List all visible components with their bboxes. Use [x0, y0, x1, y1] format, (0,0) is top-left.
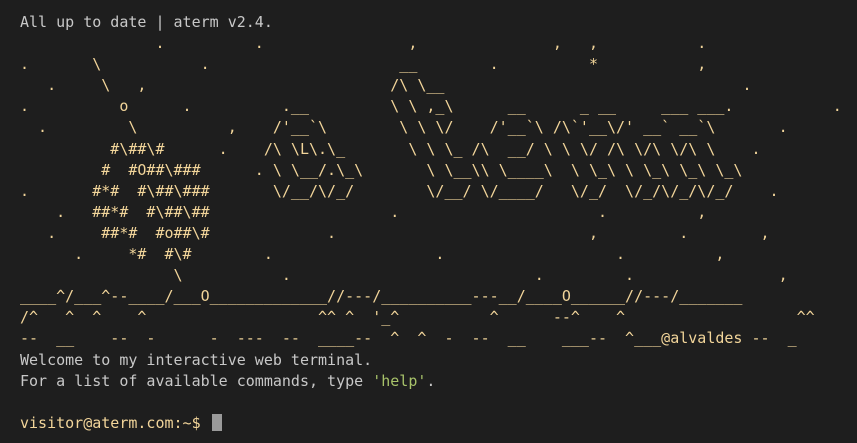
cursor-block [211, 413, 222, 431]
welcome-message: Welcome to my interactive web terminal. [20, 350, 373, 369]
banner-line: . \ . __ . * , [20, 55, 707, 74]
help-hint: For a list of available commands, type '… [20, 371, 857, 392]
ascii-banner: . . , , , . . \ . __ . * , . \ , /\ \__ [20, 33, 857, 349]
banner-line: . \ , /'__`\ \ \ \/ /'__`\ /\`'__\/' __`… [20, 118, 788, 137]
banner-line: #\##\# . /\ \L\.\_ \ \ \_ /\ __/ \ \ \/ … [20, 139, 761, 158]
banner-line: . *# #\# . . . , [20, 245, 725, 264]
banner-line: . \ , /\ \__ . [20, 76, 752, 95]
banner-line: . ##*# #o##\# . , . , [20, 223, 770, 242]
help-hint-suffix: . [426, 371, 436, 390]
banner-line: ____^/___^--____/___O_____________//---/… [20, 287, 743, 306]
banner-line: . #*# #\##\### \/__/\/_/ \/__/ \/____/ \… [20, 181, 779, 200]
terminal-window[interactable]: All up to date | aterm v2.4. . . , , , .… [0, 0, 857, 443]
banner-line: . o . .__ \ \ ,_\ __ _ __ ___ ___. . [20, 97, 842, 116]
status-line: All up to date | aterm v2.4. [20, 13, 273, 31]
banner-line: . ##*# #\##\## . . , [20, 202, 707, 221]
command-input-line[interactable]: visitor@aterm.com:~$ [20, 413, 857, 434]
banner-line: # #O##\### . \ \__/.\_\ \ \__\\ \____\ \… [20, 160, 743, 179]
help-command: 'help' [372, 371, 427, 390]
banner-line: -- __ -- - - --- -- ____-- ^ ^ - -- __ _… [20, 329, 797, 348]
prompt: visitor@aterm.com:~$ [20, 413, 201, 432]
banner-line: /^ ^ ^ ^ ^^ ^ '_^ ^ --^ ^ ^^ [20, 308, 815, 327]
banner-line: . . , , , . [20, 34, 707, 53]
help-hint-prefix: For a list of available commands, type [20, 371, 373, 390]
banner-line: \ . . . , [20, 266, 788, 285]
